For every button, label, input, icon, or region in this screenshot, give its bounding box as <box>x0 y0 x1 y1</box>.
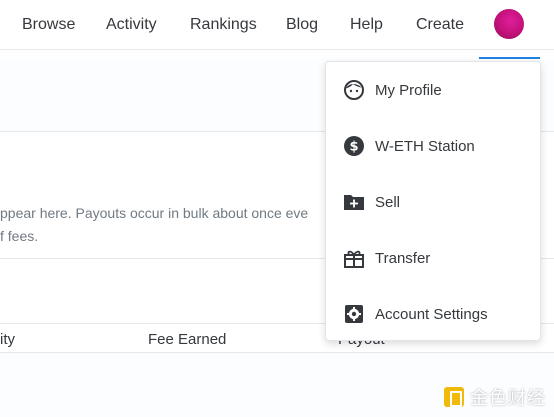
menu-item-label: W-ETH Station <box>375 137 475 155</box>
menu-item-sell[interactable]: Sell <box>326 174 540 230</box>
nav-activity[interactable]: Activity <box>106 0 157 50</box>
menu-item-my-profile[interactable]: My Profile <box>326 62 540 118</box>
column-header-fee-earned[interactable]: Fee Earned <box>148 331 226 348</box>
avatar[interactable] <box>494 9 524 39</box>
gear-icon <box>343 303 365 325</box>
watermark-text: 金色财经 <box>470 388 546 408</box>
nav-blog[interactable]: Blog <box>286 0 318 50</box>
menu-item-account-settings[interactable]: Account Settings <box>326 286 540 342</box>
watermark: 金色财经 <box>444 386 546 408</box>
column-header-quantity[interactable]: ity <box>0 331 15 348</box>
menu-item-label: Account Settings <box>375 305 488 323</box>
top-nav: Browse Activity Rankings Blog Help Creat… <box>0 0 554 50</box>
nav-help[interactable]: Help <box>350 0 383 50</box>
gift-icon <box>343 247 365 269</box>
description-line-2: f fees. <box>0 228 39 244</box>
profile-dropdown-menu: My Profile $ W-ETH Station Sell Transfer… <box>325 61 541 341</box>
menu-item-transfer[interactable]: Transfer <box>326 230 540 286</box>
nav-create[interactable]: Create <box>416 0 464 50</box>
menu-item-label: Transfer <box>375 249 431 267</box>
description-line-1: ppear here. Payouts occur in bulk about … <box>0 205 309 221</box>
folder-plus-icon <box>343 191 365 213</box>
menu-item-label: My Profile <box>375 81 442 99</box>
dollar-circle-icon: $ <box>343 135 365 157</box>
watermark-logo-icon <box>444 387 464 407</box>
menu-item-label: Sell <box>375 193 401 211</box>
menu-item-weth-station[interactable]: $ W-ETH Station <box>326 118 540 174</box>
face-icon <box>343 79 365 101</box>
nav-rankings[interactable]: Rankings <box>190 0 257 50</box>
nav-browse[interactable]: Browse <box>22 0 75 50</box>
svg-text:$: $ <box>349 140 358 155</box>
